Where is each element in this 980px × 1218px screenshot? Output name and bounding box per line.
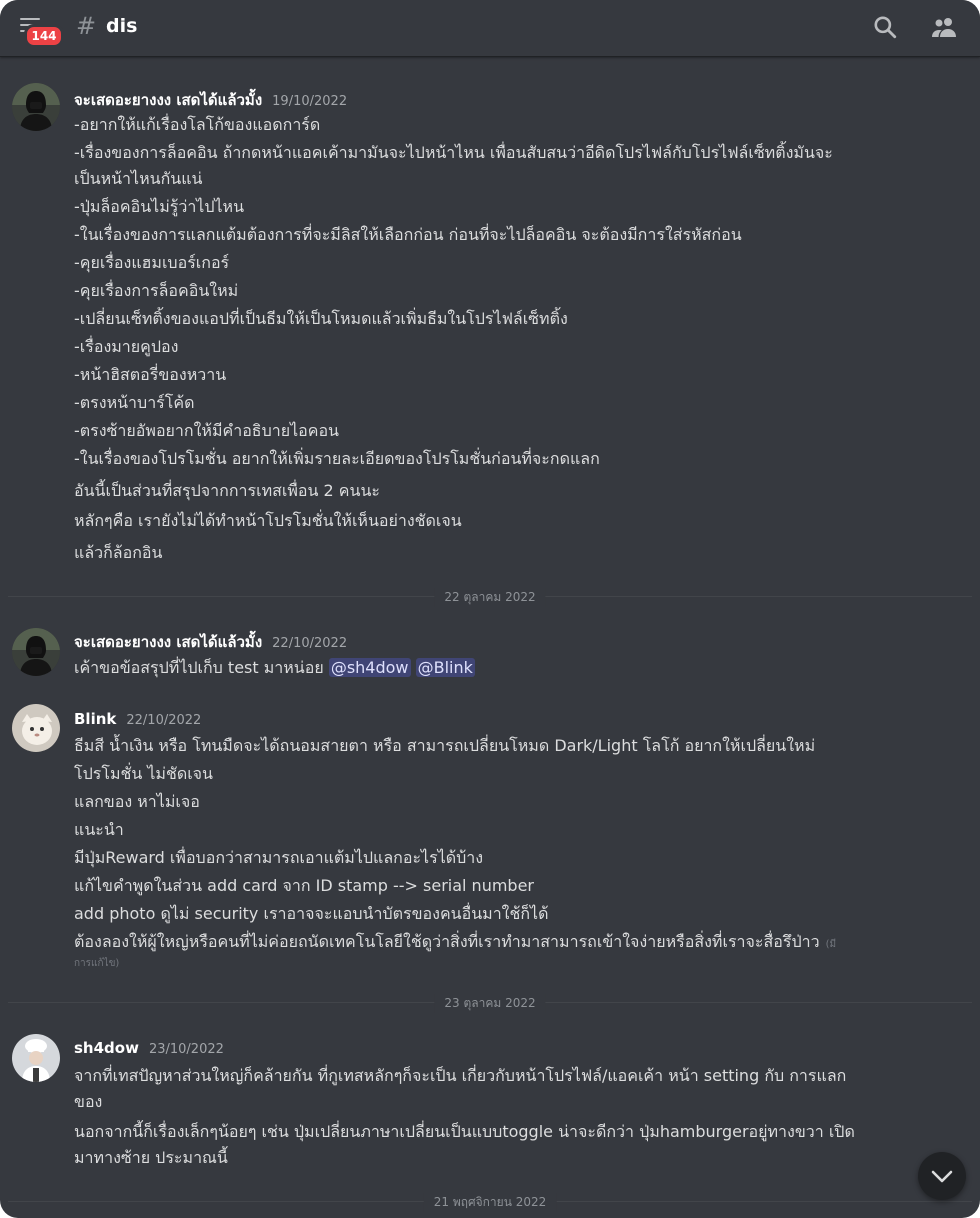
date-divider: 22 ตุลาคม 2022 — [8, 586, 972, 607]
message-line: -ตรงหน้าบาร์โค้ด — [74, 393, 195, 412]
message-author[interactable]: sh4dow 23/10/2022 — [74, 1039, 224, 1057]
message-timestamp: 19/10/2022 — [272, 94, 348, 109]
message-line: อันนี้เป็นส่วนที่สรุปจากการเทสเพื่อน 2 ค… — [74, 481, 380, 500]
message-line: นอกจากนี้ก็เรื่องเล็กๆน้อยๆ เช่น ปุ่มเปล… — [74, 1122, 855, 1141]
message-line: มีปุ่มReward เพื่อบอกว่าสามารถเอาแต้มไปแ… — [74, 848, 484, 867]
channel-name: dis — [106, 15, 138, 37]
message-author[interactable]: จะเสดอะยางงง เสดได้แล้วมั้ง 19/10/2022 — [74, 88, 347, 112]
message-text: เค้าขอข้อสรุปที่ไปเก็บ test มาหน่อย — [74, 658, 324, 677]
message-line: แก้ไขคำพูดในส่วน add card จาก ID stamp -… — [74, 876, 534, 895]
divider-date: 21 พฤศจิกายน 2022 — [423, 1193, 557, 1212]
message-timestamp: 22/10/2022 — [126, 713, 202, 728]
message-line: -ในเรื่องของการแลกแต้มต้องการที่จะมีลิสใ… — [74, 225, 742, 244]
message-line: ธีมสี น้ำเงิน หรือ โทนมืดจะได้ถนอมสายตา … — [74, 736, 816, 755]
edited-label: (มี — [825, 939, 837, 950]
message-author[interactable]: จะเสดอะยางงง เสดได้แล้วมั้ง 22/10/2022 — [74, 630, 347, 654]
edited-label: การแก้ไข) — [74, 958, 120, 969]
hamburger-menu-icon[interactable]: 144 — [18, 16, 64, 48]
message-timestamp: 23/10/2022 — [148, 1042, 224, 1057]
message-line: ต้องลองให้ผู้ใหญ่หรือคนที่ไม่ค่อยถนัดเทค… — [74, 930, 836, 955]
author-name[interactable]: sh4dow — [74, 1039, 139, 1057]
message-line: แล้วก็ล้อกอิน — [74, 543, 163, 562]
avatar[interactable] — [12, 83, 60, 131]
message-timestamp: 22/10/2022 — [272, 636, 348, 651]
message-line: -อยากให้แก้เรื่องโลโก้ของแอดการ์ด — [74, 115, 321, 134]
message-line: โปรโมชั่น ไม่ชัดเจน — [74, 764, 213, 783]
message-line: หลักๆคือ เรายังไม่ได้ทำหน้าโปรโมชั่นให้เ… — [74, 511, 462, 530]
message-line: แลกของ หาไม่เจอ — [74, 792, 200, 811]
divider-date: 22 ตุลาคม 2022 — [434, 588, 546, 607]
message-line: -คุยเรื่องแฮมเบอร์เกอร์ — [74, 253, 230, 272]
date-divider: 23 ตุลาคม 2022 — [8, 992, 972, 1013]
message-list: จะเสดอะยางงง เสดได้แล้วมั้ง 19/10/2022 -อ… — [0, 57, 980, 1218]
message-line: -ในเรื่องของโปรโมชั่น อยากให้เพิ่มรายละเ… — [74, 449, 600, 468]
user-mention[interactable]: @sh4dow — [328, 658, 411, 677]
notification-badge: 144 — [24, 24, 64, 48]
hashtag-icon: # — [76, 12, 97, 40]
scroll-to-bottom-button[interactable] — [918, 1152, 966, 1200]
message-author[interactable]: Blink 22/10/2022 — [74, 710, 201, 728]
user-mention[interactable]: @Blink — [415, 658, 475, 677]
message-line: -เรื่องของการล็อคอิน ถ้ากดหน้าแอคเค้ามาม… — [74, 143, 833, 162]
search-icon[interactable] — [872, 14, 900, 42]
message-line: -ตรงซ้ายอัพอยากให้มีคำอธิบายไอคอน — [74, 421, 339, 440]
avatar[interactable] — [12, 704, 60, 752]
app-window: 144 # dis จะเสดอะยางงง เสดได้แล้วมั้ง 19/… — [0, 0, 980, 1218]
message-line: แนะนำ — [74, 820, 124, 839]
author-name[interactable]: จะเสดอะยางงง เสดได้แล้วมั้ง — [74, 91, 262, 109]
message-line: เค้าขอข้อสรุปที่ไปเก็บ test มาหน่อย @sh4… — [74, 656, 475, 681]
message-line: -ปุ่มล็อคอินไม่รู้ว่าไปไหน — [74, 197, 245, 216]
avatar[interactable] — [12, 1034, 60, 1082]
message-line: -หน้าฮิสตอรี่ของหวาน — [74, 365, 227, 384]
message-line: ของ — [74, 1092, 103, 1111]
author-name[interactable]: Blink — [74, 710, 116, 728]
avatar[interactable] — [12, 628, 60, 676]
chevron-down-icon — [931, 1170, 953, 1183]
message-line: จากที่เทสปัญหาส่วนใหญ่ก็คล้ายกัน ที่กูเท… — [74, 1066, 847, 1085]
members-icon[interactable] — [930, 14, 958, 42]
divider-date: 23 ตุลาคม 2022 — [434, 994, 546, 1013]
message-line: เป็นหน้าไหนกันแน่ — [74, 169, 203, 188]
message-line: -คุยเรื่องการล็อคอินใหม่ — [74, 281, 239, 300]
channel-header: 144 # dis — [0, 0, 980, 57]
message-line: -เรื่องมายคูปอง — [74, 337, 179, 356]
message-line: -เปลี่ยนเซ็ทติ้งของแอปที่เป็นธีมให้เป็นโ… — [74, 309, 568, 328]
message-text: ต้องลองให้ผู้ใหญ่หรือคนที่ไม่ค่อยถนัดเทค… — [74, 932, 820, 951]
author-name[interactable]: จะเสดอะยางงง เสดได้แล้วมั้ง — [74, 633, 262, 651]
message-line: add photo ดูไม่ security เราอาจจะแอบนำบั… — [74, 904, 549, 923]
message-line: มาทางซ้าย ประมาณนี้ — [74, 1148, 228, 1167]
date-divider: 21 พฤศจิกายน 2022 — [8, 1191, 972, 1212]
